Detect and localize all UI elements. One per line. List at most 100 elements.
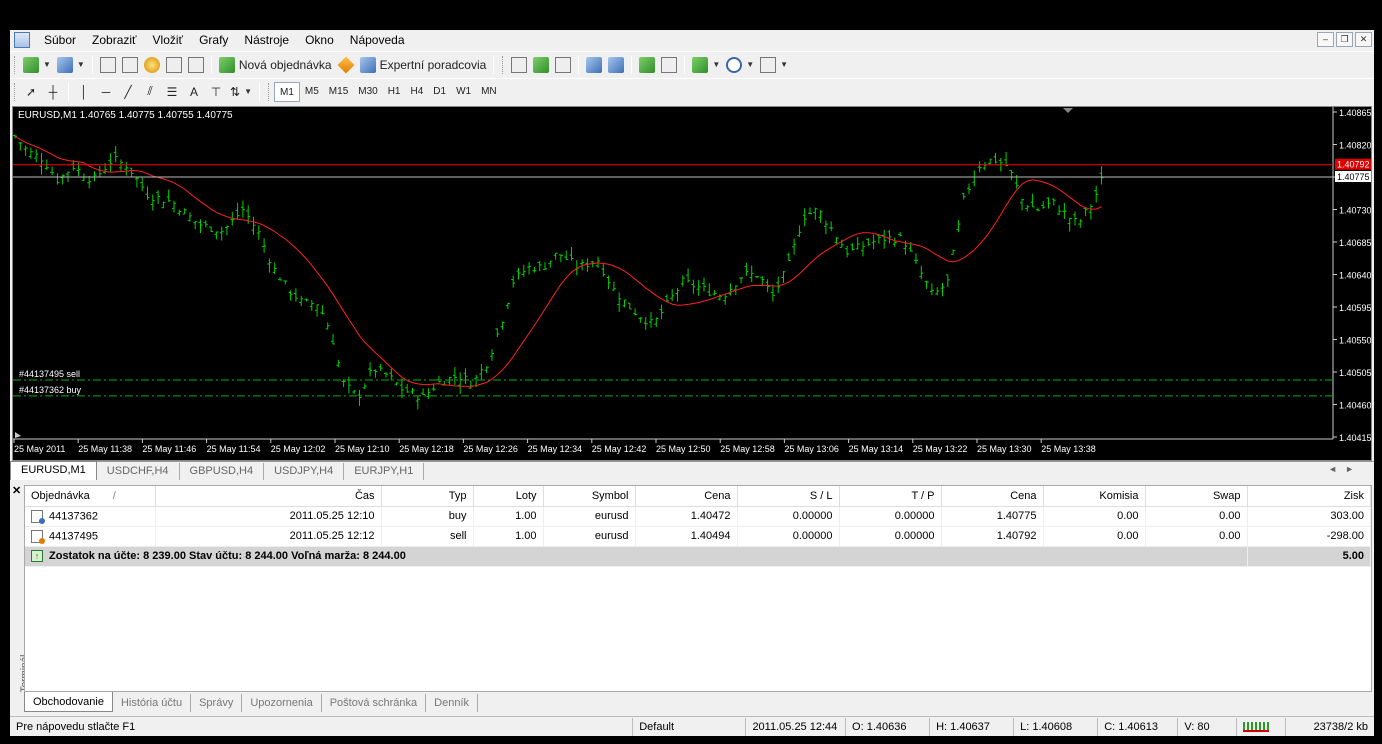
status-high: H: 1.40637 [930,717,1015,736]
tab-news[interactable]: Správy [191,694,243,712]
data-window-button[interactable] [119,54,141,76]
line-chart-button[interactable] [552,54,574,76]
timeframe-w1[interactable]: W1 [451,82,476,102]
metaeditor-icon [337,56,355,73]
col-sl[interactable]: S / L [737,486,840,507]
restore-button[interactable]: ❐ [1336,32,1353,47]
close-button[interactable]: ✕ [1355,32,1372,47]
timeframe-d1[interactable]: D1 [428,82,451,102]
zoom-in-button[interactable] [583,54,605,76]
zoom-out-button[interactable] [605,54,627,76]
chart-tab-gbpusd[interactable]: GBPUSD,H4 [180,463,265,480]
tab-mailbox[interactable]: Poštová schránka [322,694,427,712]
chart-canvas[interactable]: 1.40865 1.40820 1.40775 1.40730 1.40685 1.406… [13,107,1371,460]
menu-file[interactable]: Súbor [36,30,84,50]
timeframe-h4[interactable]: H4 [406,82,429,102]
menu-insert[interactable]: Vložiť [145,30,192,50]
chart-tab-usdchf[interactable]: USDCHF,H4 [97,463,180,480]
tab-account-history[interactable]: História účtu [113,694,192,712]
expert-advisors-label: Expertní poradcovia [379,57,487,72]
price-label: 1.40820 [1339,141,1371,151]
col-lots[interactable]: Loty [473,486,544,507]
app-icon[interactable] [14,32,30,48]
periods-button[interactable]: ▼ [723,54,757,76]
strategy-tester-button[interactable] [185,54,207,76]
toolbar-grip[interactable] [502,55,505,74]
toolbar-grip[interactable] [14,55,17,74]
timeframe-h1[interactable]: H1 [383,82,406,102]
tab-journal[interactable]: Denník [426,694,479,712]
autoscroll-button[interactable] [636,54,658,76]
order-time: 2011.05.25 12:12 [155,526,382,547]
text-label-button[interactable]: ⊤ [205,81,227,103]
trendline-button[interactable]: ╱ [117,81,139,103]
col-type[interactable]: Typ [381,486,474,507]
fibonacci-button[interactable]: ☰ [161,81,183,103]
timeframe-m5[interactable]: M5 [300,82,324,102]
menu-tools[interactable]: Nástroje [236,30,297,50]
arrows-button[interactable]: ⇅ ▼ [227,81,255,103]
timeframe-m30[interactable]: M30 [353,82,382,102]
templates-button[interactable]: ▼ [757,54,791,76]
text-button[interactable]: A [183,81,205,103]
toolbar-grip[interactable] [267,82,271,101]
col-order[interactable]: Objednávka / [25,486,156,507]
chevron-down-icon: ▼ [780,60,789,69]
order-id: 44137362 [49,509,98,522]
crosshair-button[interactable]: ┼ [42,81,64,103]
connection-icon [1243,721,1270,732]
col-tp[interactable]: T / P [839,486,942,507]
chart-shift-button[interactable] [658,54,680,76]
vertical-line-button[interactable]: │ [73,81,95,103]
col-commission[interactable]: Komisia [1043,486,1146,507]
terminal-panel: ✕ Terminál Objednávka / Čas Typ Loty Sym… [10,482,1374,714]
candlestick-icon [533,56,550,73]
timeframe-m1[interactable]: M1 [273,81,300,102]
channel-button[interactable]: ⫽ [139,81,161,103]
menu-charts[interactable]: Grafy [191,30,236,50]
chart-tab-eurusd[interactable]: EURUSD,M1 [10,461,97,480]
cursor-button[interactable]: ➚ [20,81,42,103]
col-current-price[interactable]: Cena [941,486,1044,507]
col-price[interactable]: Cena [635,486,738,507]
bar-chart-button[interactable] [508,54,530,76]
toolbar-grip[interactable] [14,82,17,101]
indicators-button[interactable]: ▼ [689,54,723,76]
col-symbol[interactable]: Symbol [543,486,636,507]
bid-price-label: 1.40775 [1337,172,1370,182]
minimize-button[interactable]: – [1317,32,1334,47]
time-label: 25 May 12:18 [399,444,454,454]
col-time[interactable]: Čas [155,486,382,507]
expert-advisors-button[interactable]: Expertní poradcovia [357,54,490,76]
metaeditor-button[interactable] [335,54,357,76]
price-chart[interactable]: 1.40865 1.40820 1.40775 1.40730 1.40685 1.406… [12,106,1372,461]
menu-window[interactable]: Okno [297,30,342,50]
timeframe-mn[interactable]: MN [476,82,502,102]
close-icon[interactable]: ✕ [12,484,21,497]
table-row[interactable]: 44137362 2011.05.25 12:10 buy 1.00 eurus… [25,506,1371,527]
table-row[interactable]: 44137495 2011.05.25 12:12 sell 1.00 euru… [25,526,1371,547]
market-watch-button[interactable] [97,54,119,76]
new-order-button[interactable]: Nová objednávka [216,54,335,76]
menu-help[interactable]: Nápoveda [342,30,413,50]
navigator-button[interactable] [141,54,163,76]
status-profile[interactable]: Default [633,717,747,736]
timeframe-m15[interactable]: M15 [324,82,353,102]
new-chart-button[interactable]: ▼ [20,54,54,76]
horizontal-line-button[interactable]: ─ [95,81,117,103]
tab-trade[interactable]: Obchodovanie [24,692,113,712]
chart-tab-eurjpy[interactable]: EURJPY,H1 [344,463,425,480]
tab-scroll-arrows[interactable]: ◄► [1328,464,1362,474]
tab-alerts[interactable]: Upozornenia [242,694,322,712]
col-profit[interactable]: Zisk [1247,486,1371,507]
col-swap[interactable]: Swap [1145,486,1248,507]
order-symbol: eurusd [543,526,636,547]
time-label: 25 May 13:38 [1041,444,1096,454]
menu-view[interactable]: Zobraziť [84,30,145,50]
clock-icon [726,56,743,73]
candlestick-button[interactable] [530,54,552,76]
chart-tab-usdjpy[interactable]: USDJPY,H4 [264,463,345,480]
trade-table: Objednávka / Čas Typ Loty Symbol Cena S … [25,486,1371,567]
terminal-button[interactable] [163,54,185,76]
profiles-button[interactable]: ▼ [54,54,88,76]
